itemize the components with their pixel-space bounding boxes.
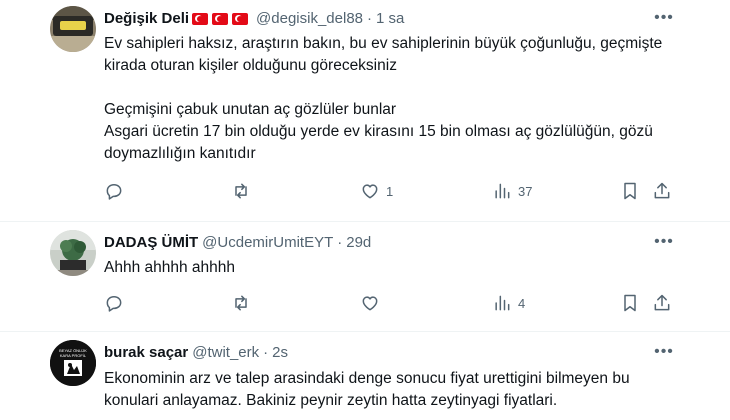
turkish-flag-icon [232,13,249,25]
timestamp[interactable]: 29d [346,233,371,253]
tweet[interactable]: Değişik Deli @degisik_del88 · 1 sa ••• E… [0,0,730,222]
reply-icon [106,296,122,312]
user-handle[interactable]: @twit_erk [192,343,259,363]
bookmark-button[interactable] [620,293,640,313]
user-handle[interactable]: @degisik_del88 [256,9,363,29]
svg-text:KARA PROFİL: KARA PROFİL [60,353,87,358]
tweet-header: burak saçar @twit_erk · 2s [104,343,288,363]
share-button[interactable] [652,181,672,201]
separator-dot: · [263,344,269,361]
views-count: 37 [518,183,533,199]
more-horizontal-icon[interactable]: ••• [654,344,674,366]
turkish-flag-icon [212,13,229,25]
tweet-text: Ekonominin arz ve talep arasindaki denge… [104,370,630,409]
repost-icon [235,295,247,311]
tweet-header: Değişik Deli @degisik_del88 · 1 sa [104,9,404,29]
heart-icon [362,296,378,311]
share-icon [654,182,670,199]
timestamp[interactable]: 1 sa [376,9,404,29]
separator-dot: · [337,234,343,251]
reply-button[interactable] [104,293,130,313]
tweet[interactable]: DADAŞ ÜMİT @UcdemirUmitEYT · 29d ••• Ahh… [0,222,730,332]
views-button[interactable]: 37 [492,181,532,201]
repost-icon [235,183,247,199]
tweet-feed: Değişik Deli @degisik_del88 · 1 sa ••• E… [0,0,730,420]
tweet-text: Ahhh ahhhh ahhhh [104,259,236,276]
like-count: 1 [386,183,394,199]
more-horizontal-icon[interactable]: ••• [654,10,674,32]
tweet-actions: 1 37 [104,181,670,203]
tweet-header: DADAŞ ÜMİT @UcdemirUmitEYT · 29d [104,233,371,253]
user-handle[interactable]: @UcdemirUmitEYT [202,233,333,253]
bookmark-button[interactable] [620,181,640,201]
analytics-icon [495,183,510,199]
tweet-actions: 4 [104,293,670,315]
avatar[interactable] [50,6,96,52]
heart-icon [362,184,378,199]
tweet[interactable]: BEYAZ ÖNLÜK KARA PROFİL burak saçar @twi… [0,332,730,420]
timestamp[interactable]: 2s [272,343,288,363]
repost-button[interactable] [231,293,257,313]
avatar[interactable] [50,230,96,276]
display-name[interactable]: Değişik Deli [104,9,189,29]
turkish-flag-icon [192,13,209,25]
reply-icon [106,184,122,200]
more-horizontal-icon[interactable]: ••• [654,234,674,256]
avatar[interactable]: BEYAZ ÖNLÜK KARA PROFİL [50,340,96,386]
tweet-text: Ev sahipleri haksız, araştırın bakın, bu… [104,35,663,162]
analytics-icon [495,295,510,311]
bookmark-icon [624,182,636,200]
display-name[interactable]: DADAŞ ÜMİT [104,233,198,253]
display-name[interactable]: burak saçar [104,343,188,363]
share-button[interactable] [652,293,672,313]
like-button[interactable] [360,293,386,313]
separator-dot: · [367,10,373,27]
views-count: 4 [518,295,526,311]
reply-button[interactable] [104,181,130,201]
repost-button[interactable] [231,181,257,201]
share-icon [654,294,670,311]
bookmark-icon [624,294,636,312]
flag-emojis [192,13,249,25]
like-button[interactable]: 1 [360,181,393,201]
views-button[interactable]: 4 [492,293,525,313]
